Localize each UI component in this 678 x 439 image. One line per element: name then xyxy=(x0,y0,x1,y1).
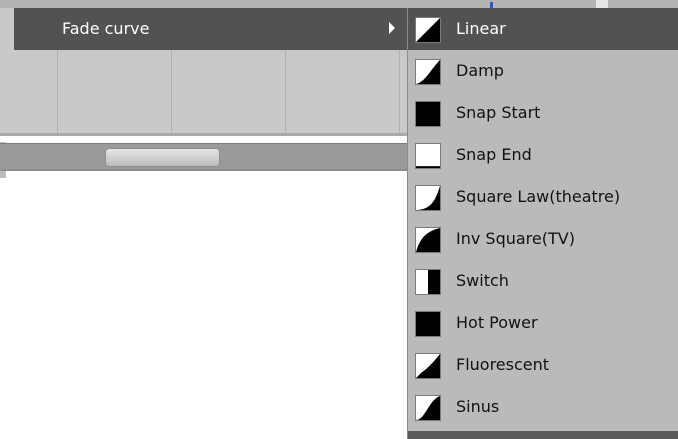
submenu-item[interactable]: Switch xyxy=(408,260,678,302)
submenu-item-label: Inv Square(TV) xyxy=(456,229,575,248)
square-law-curve-icon xyxy=(415,185,441,211)
grid-cell[interactable] xyxy=(286,49,400,133)
hot-power-curve-icon xyxy=(415,311,441,337)
fluorescent-curve-icon xyxy=(415,353,441,379)
submenu-item-label: Snap Start xyxy=(456,103,541,122)
horizontal-scrollbar[interactable] xyxy=(0,143,410,171)
switch-curve-icon xyxy=(415,269,441,295)
snap-start-curve-icon xyxy=(415,101,441,127)
grid-cell[interactable] xyxy=(58,49,172,133)
submenu-item-label: Switch xyxy=(456,271,509,290)
menu-item-fade-curve[interactable]: Fade curve xyxy=(14,8,410,50)
submenu-item[interactable]: Sinus xyxy=(408,386,678,428)
menu-item-label: Fade curve xyxy=(62,19,150,38)
fade-curve-submenu: Linear Damp Snap Start Snap End Square Law(t… xyxy=(407,8,678,439)
submenu-item[interactable]: Damp xyxy=(408,50,678,92)
submenu-arrow-icon xyxy=(389,22,395,34)
submenu-item-label: Damp xyxy=(456,61,504,80)
grid-cell[interactable] xyxy=(172,49,286,133)
app-top-bar xyxy=(0,0,678,8)
submenu-item-label: Hot Power xyxy=(456,313,538,332)
submenu-item-label: Sinus xyxy=(456,397,500,416)
sinus-curve-icon xyxy=(415,395,441,421)
submenu-item[interactable]: Snap Start xyxy=(408,92,678,134)
submenu-item-label: Fluorescent xyxy=(456,355,550,374)
submenu-footer-edge xyxy=(408,431,678,439)
submenu-item-label: Linear xyxy=(456,19,506,38)
submenu-item[interactable]: Square Law(theatre) xyxy=(408,176,678,218)
submenu-item[interactable]: Linear xyxy=(408,8,678,50)
submenu-item[interactable]: Snap End xyxy=(408,134,678,176)
grid-separator xyxy=(0,133,410,136)
grid-row xyxy=(0,49,410,133)
inv-square-curve-icon xyxy=(415,227,441,253)
submenu-item[interactable]: Inv Square(TV) xyxy=(408,218,678,260)
submenu-item[interactable]: Fluorescent xyxy=(408,344,678,386)
linear-curve-icon xyxy=(415,17,441,43)
snap-end-curve-icon xyxy=(415,143,441,169)
submenu-item-label: Square Law(theatre) xyxy=(456,187,621,206)
damp-curve-icon xyxy=(415,59,441,85)
grid-cell[interactable] xyxy=(0,49,58,133)
top-corner-control xyxy=(596,0,608,8)
submenu-item[interactable]: Hot Power xyxy=(408,302,678,344)
scrollbar-thumb[interactable] xyxy=(105,148,220,167)
submenu-item-label: Snap End xyxy=(456,145,532,164)
